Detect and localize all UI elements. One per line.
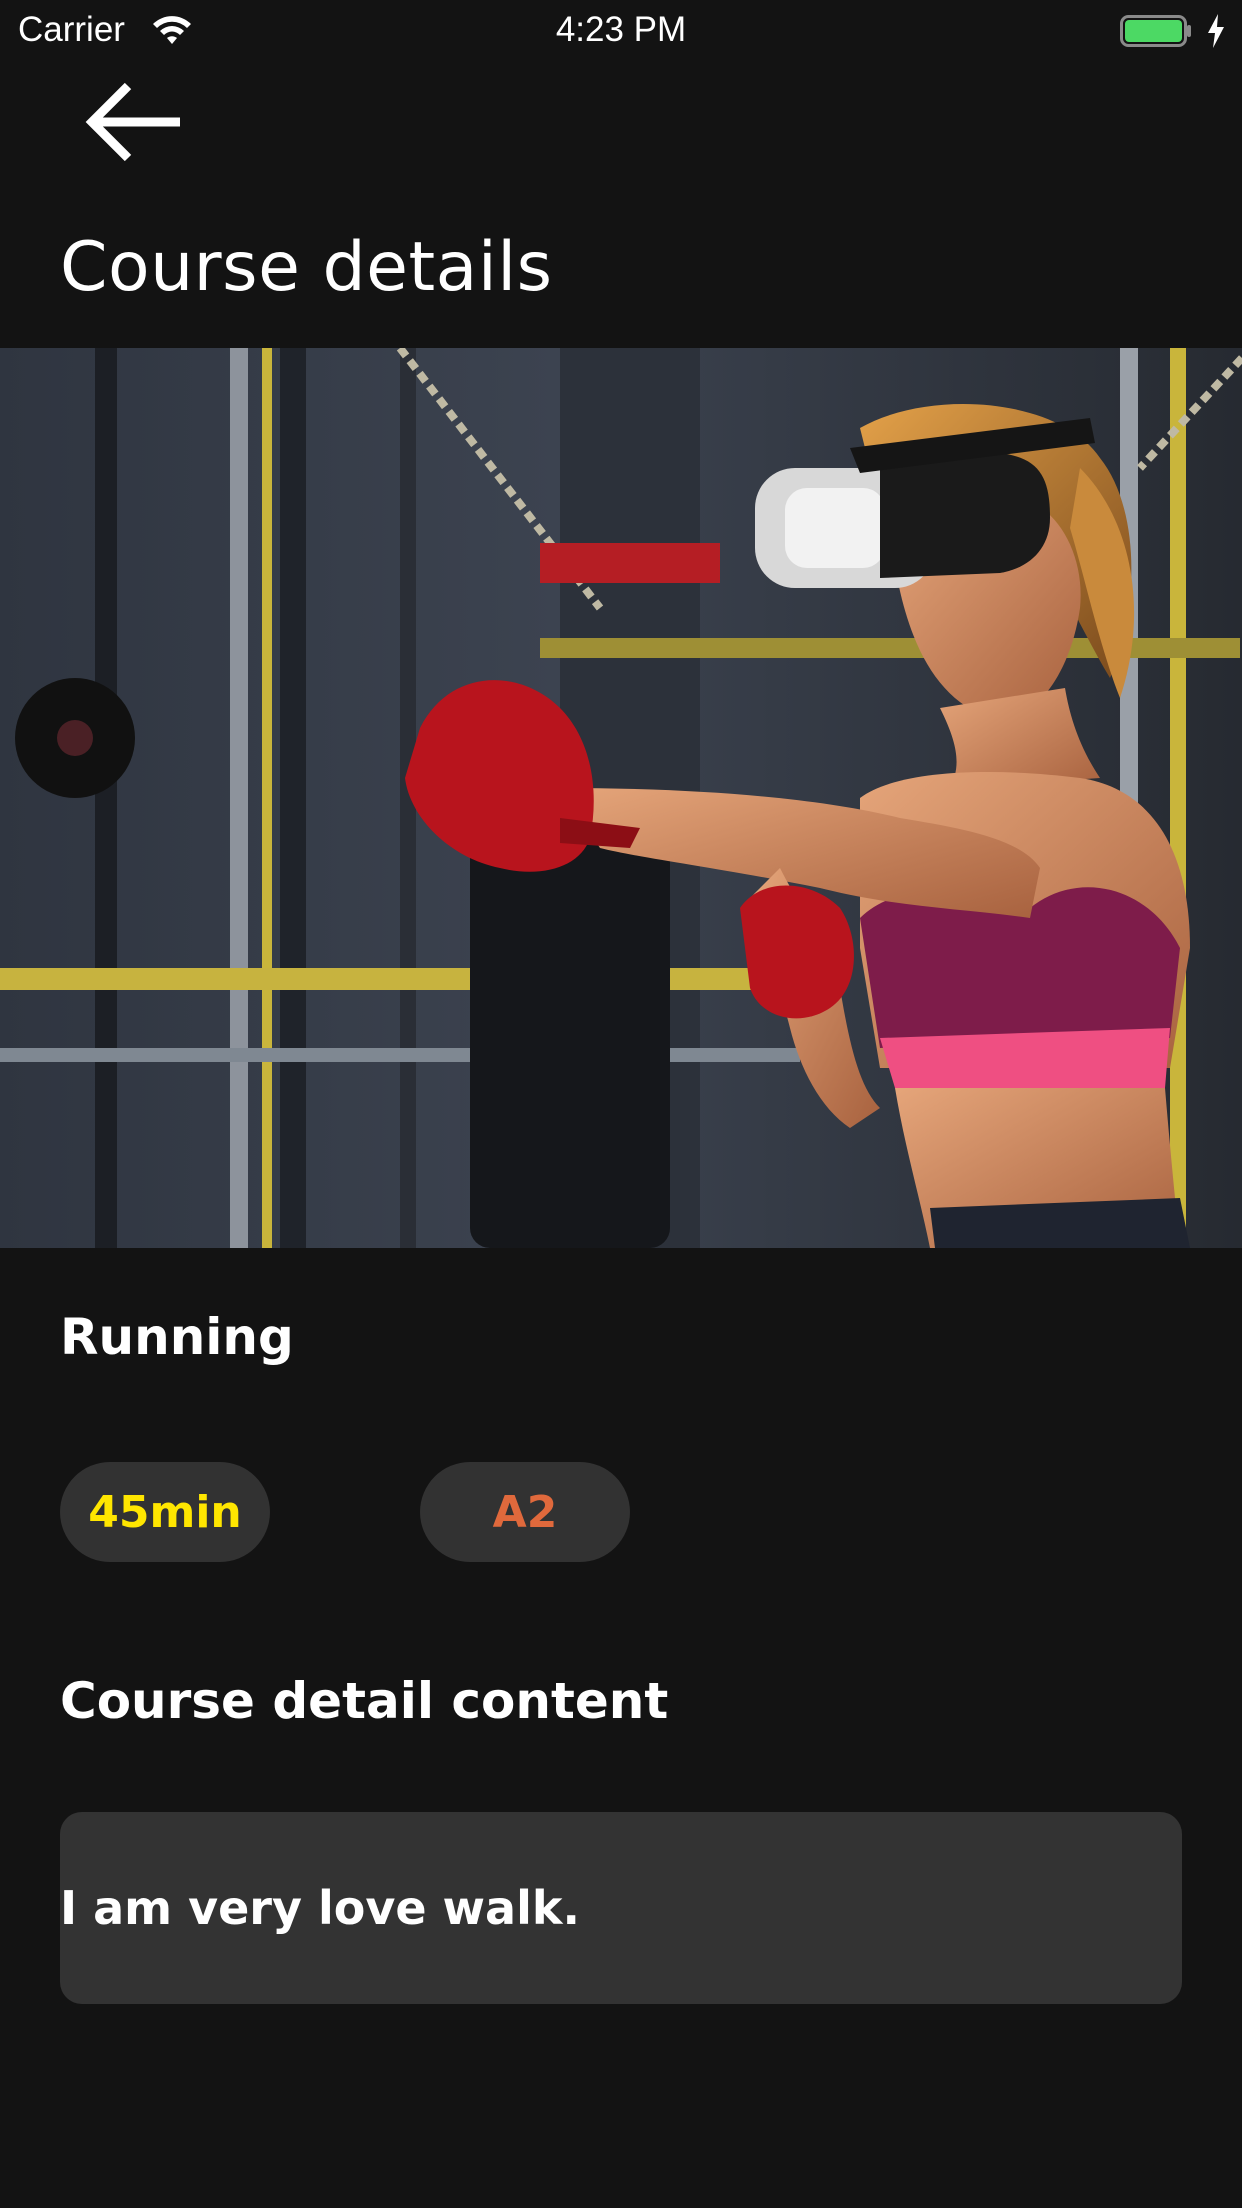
charging-bolt-icon: [1208, 14, 1224, 48]
level-badge: A2: [420, 1462, 630, 1562]
back-button[interactable]: [80, 80, 190, 170]
course-content-box: I am very love walk.: [60, 1812, 1182, 2004]
course-name: Running: [60, 1308, 294, 1366]
page-title: Course details: [60, 228, 553, 307]
duration-badge: 45min: [60, 1462, 270, 1562]
arrow-left-icon: [85, 82, 180, 162]
status-time: 4:23 PM: [555, 10, 687, 49]
battery-icon: [1120, 15, 1191, 47]
level-label: A2: [492, 1486, 558, 1538]
course-photo: [0, 348, 1242, 1248]
duration-label: 45min: [88, 1486, 242, 1538]
course-content-text: I am very love walk.: [60, 1881, 580, 1935]
status-bar: Carrier 4:23 PM: [0, 0, 1242, 62]
section-title: Course detail content: [60, 1672, 669, 1730]
